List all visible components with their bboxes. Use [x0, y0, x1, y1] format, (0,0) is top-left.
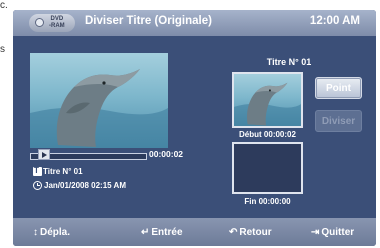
start-time-label: Début 00:00:02 [239, 130, 296, 139]
dolphin-thumbnail-image [234, 82, 301, 126]
title-bar: DVD -RAM Diviser Titre (Originale) 12:00… [13, 10, 376, 36]
point-button[interactable]: Point [315, 77, 362, 99]
footer-bar: ↕ Dépla. ↵ Entrée ↶ Retour ⇥ Quitter [13, 218, 376, 246]
end-thumbnail [232, 142, 303, 194]
back-hint: ↶ Retour [229, 227, 272, 238]
end-time-label: Fin 00:00:00 [244, 197, 291, 206]
page-edge-mark: c. [0, 0, 8, 11]
page-edge-mark-s: s [0, 44, 5, 55]
diviser-button[interactable]: Diviser [315, 110, 362, 132]
play-indicator [38, 149, 50, 160]
split-title-number: Titre N° 01 [266, 57, 312, 67]
dvd-ram-badge: DVD -RAM [29, 14, 75, 32]
record-datetime: Jan/01/2008 02:15 AM [44, 181, 126, 190]
title-icon: T [33, 166, 42, 176]
disc-type-label: DVD -RAM [49, 16, 65, 29]
clock-display: 12:00 AM [309, 15, 360, 27]
quit-hint: ⇥ Quitter [311, 227, 355, 238]
video-preview [30, 53, 168, 148]
clock-icon [33, 181, 42, 190]
exit-icon: ⇥ [311, 227, 320, 238]
enter-hint: ↵ Entrée [141, 227, 183, 238]
enter-icon: ↵ [141, 227, 150, 238]
split-title-screen: DVD -RAM Diviser Titre (Originale) 12:00… [13, 10, 376, 246]
play-icon [42, 152, 47, 158]
return-icon: ↶ [229, 227, 238, 238]
dolphin-image [30, 69, 168, 148]
start-thumbnail [232, 72, 303, 128]
updown-arrows-icon: ↕ [33, 227, 38, 238]
title-number: Titre N° 01 [43, 167, 83, 176]
current-time: 00:00:02 [149, 149, 184, 159]
page-title: Diviser Titre (Originale) [85, 15, 212, 27]
disc-icon [35, 18, 44, 27]
move-hint: ↕ Dépla. [33, 227, 71, 238]
